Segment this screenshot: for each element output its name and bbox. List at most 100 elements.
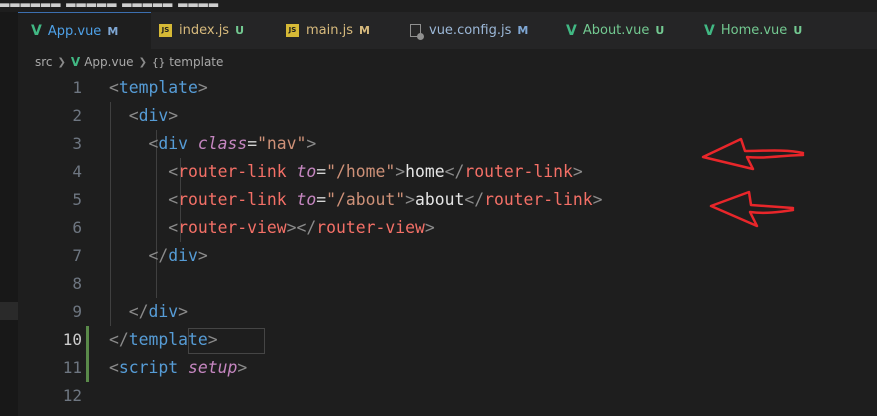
token-bracket: </ xyxy=(464,190,485,209)
token-bracket: > xyxy=(197,246,208,265)
line-number: 6 xyxy=(72,218,82,237)
token-text: about xyxy=(414,190,465,209)
token-bracket: > xyxy=(237,358,248,377)
token-bracket: </ xyxy=(148,246,169,265)
token-bracket: < xyxy=(128,106,139,125)
modified-badge: M xyxy=(107,24,119,38)
vue-icon: V xyxy=(566,22,577,39)
tab-index-js[interactable]: JS index.js U xyxy=(159,12,244,49)
untracked-badge: U xyxy=(655,24,665,37)
token-bracket: > xyxy=(286,218,297,237)
token-text: home xyxy=(405,162,445,181)
token-bracket: < xyxy=(168,162,179,181)
chevron-right-icon: ❯ xyxy=(138,56,147,68)
untracked-badge: U xyxy=(235,24,245,37)
tab-main-js[interactable]: JS main.js M xyxy=(286,12,370,49)
token-bracket: > xyxy=(405,190,415,209)
token-bracket: > xyxy=(424,218,435,237)
activity-bar xyxy=(0,12,18,416)
vue-icon: V xyxy=(704,22,715,39)
tab-vue-config-js[interactable]: vue.config.js M xyxy=(410,12,528,49)
token-bracket: < xyxy=(109,358,119,377)
token-operator: = xyxy=(316,162,327,181)
tab-label: main.js xyxy=(306,23,353,38)
token-bracket: </ xyxy=(296,218,317,237)
menu-bar-text: ▂▂▂▂▂▂ ▂▂▂▂▂ ▂▂▂▂▂ ▂▂▂▂ xyxy=(0,0,220,7)
line-number: 11 xyxy=(62,358,82,377)
code-editor[interactable]: 1 <template> 2 <div> 3 <div class="nav">… xyxy=(18,74,877,416)
js-icon: JS xyxy=(159,24,172,37)
token-bracket: </ xyxy=(109,330,129,349)
tab-label: App.vue xyxy=(47,23,102,39)
token-tag: div xyxy=(138,106,169,125)
breadcrumb-file[interactable]: App.vue xyxy=(84,55,133,69)
tab-label: About.vue xyxy=(582,23,650,38)
token-tag: router-view xyxy=(316,218,425,237)
vue-icon: V xyxy=(70,55,81,69)
token-bracket: > xyxy=(168,106,179,125)
line-number: 8 xyxy=(72,274,82,293)
activity-bar-marker xyxy=(0,302,18,320)
line-number: 2 xyxy=(72,106,82,125)
token-bracket: > xyxy=(572,162,583,181)
token-tag: template xyxy=(128,330,208,349)
chevron-right-icon: ❯ xyxy=(57,56,66,68)
token-bracket: < xyxy=(148,134,159,153)
breadcrumb-symbol[interactable]: template xyxy=(169,55,223,69)
code-line: 11 <script setup> xyxy=(18,354,877,382)
editor-tab-bar: V App.vue M JS index.js U JS main.js M v… xyxy=(18,12,877,49)
token-bracket: < xyxy=(168,190,179,209)
token-attribute: class xyxy=(197,134,248,153)
token-operator: = xyxy=(316,190,327,209)
token-tag: router-link xyxy=(178,190,287,209)
line-number: 3 xyxy=(72,134,82,153)
token-operator: = xyxy=(247,134,258,153)
code-line: 12 xyxy=(18,382,877,410)
token-tag: template xyxy=(118,78,198,97)
code-line: 8 xyxy=(18,270,877,298)
token-bracket: > xyxy=(197,78,208,97)
token-tag: div xyxy=(168,246,198,265)
line-number: 12 xyxy=(62,386,82,405)
token-tag: router-link xyxy=(464,162,573,181)
vue-icon: V xyxy=(31,23,42,39)
line-number: 10 xyxy=(62,330,82,349)
token-tag: router-view xyxy=(178,218,287,237)
token-tag: router-link xyxy=(178,162,287,181)
token-bracket: </ xyxy=(128,302,149,321)
tab-label: vue.config.js xyxy=(429,23,512,38)
code-line: 7 </div> xyxy=(18,242,877,270)
tab-home-vue[interactable]: V Home.vue U xyxy=(704,12,802,49)
token-string: "/about" xyxy=(326,190,406,209)
token-bracket: > xyxy=(207,330,218,349)
token-tag: router-link xyxy=(484,190,593,209)
untracked-badge: U xyxy=(793,24,803,37)
token-tag: div xyxy=(158,134,188,153)
line-number: 7 xyxy=(72,246,82,265)
line-number: 5 xyxy=(72,190,82,209)
token-bracket: > xyxy=(592,190,603,209)
tab-about-vue[interactable]: V About.vue U xyxy=(566,12,664,49)
config-file-icon xyxy=(410,24,424,40)
js-icon: JS xyxy=(286,24,299,37)
token-bracket: </ xyxy=(444,162,465,181)
breadcrumb: src ❯ V App.vue ❯ {} template xyxy=(35,53,223,71)
annotation-arrow-about xyxy=(709,190,795,228)
code-line: 10 </template> xyxy=(18,326,877,354)
token-bracket: < xyxy=(109,78,119,97)
symbol-braces-icon: {} xyxy=(151,55,166,69)
token-tag: script xyxy=(118,358,179,377)
code-line: 1 <template> xyxy=(18,74,877,102)
token-attribute: to xyxy=(296,162,317,181)
token-string: "/home" xyxy=(326,162,396,181)
tab-label: index.js xyxy=(179,23,230,38)
code-line: 9 </div> xyxy=(18,298,877,326)
menu-bar: ▂▂▂▂▂▂ ▂▂▂▂▂ ▂▂▂▂▂ ▂▂▂▂ xyxy=(0,0,877,12)
line-number: 1 xyxy=(72,78,82,97)
code-line: 2 <div> xyxy=(18,102,877,130)
tab-label: Home.vue xyxy=(720,23,788,38)
breadcrumb-folder[interactable]: src xyxy=(35,55,53,69)
tab-app-vue[interactable]: V App.vue M xyxy=(18,12,151,49)
modified-badge: M xyxy=(359,24,370,37)
token-bracket: < xyxy=(168,218,179,237)
